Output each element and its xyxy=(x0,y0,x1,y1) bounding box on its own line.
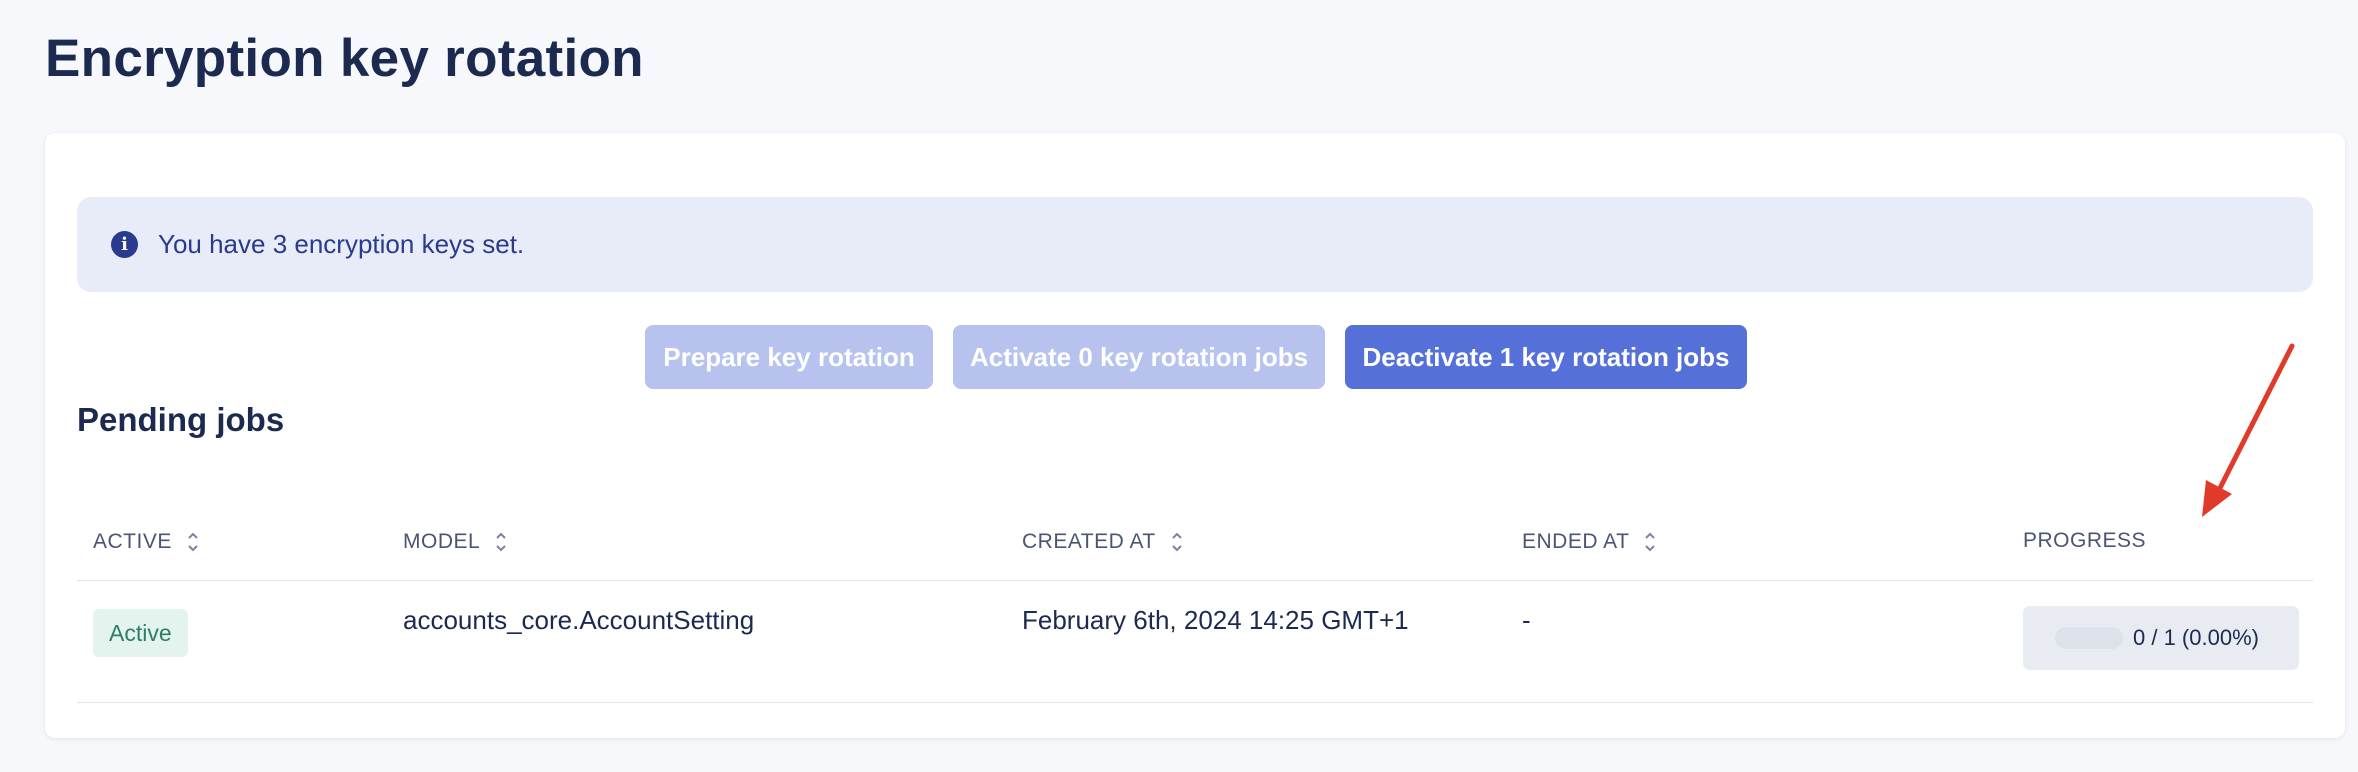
column-label: CREATED AT xyxy=(1022,530,1156,553)
page: Encryption key rotation i You have 3 enc… xyxy=(0,0,2358,772)
ended-at-cell: - xyxy=(1522,605,1531,635)
table-header: ACTIVE MODEL CREATED AT ENDED AT PROGRES… xyxy=(77,503,2313,581)
sort-icon[interactable] xyxy=(494,529,508,555)
activate-key-rotation-jobs-button[interactable]: Activate 0 key rotation jobs xyxy=(953,325,1325,389)
prepare-key-rotation-button[interactable]: Prepare key rotation xyxy=(645,325,933,389)
column-header-ended-at[interactable]: ENDED AT xyxy=(1522,529,1657,555)
pending-jobs-title: Pending jobs xyxy=(77,401,285,438)
progress-indicator: 0 / 1 (0.00%) xyxy=(2023,606,2299,670)
model-cell: accounts_core.AccountSetting xyxy=(403,605,755,635)
column-header-progress: PROGRESS xyxy=(2023,529,2146,553)
column-header-created-at[interactable]: CREATED AT xyxy=(1022,529,1184,555)
column-header-model[interactable]: MODEL xyxy=(403,529,508,555)
page-title: Encryption key rotation xyxy=(45,29,644,88)
status-badge: Active xyxy=(93,609,188,657)
table-row: Active accounts_core.AccountSetting Febr… xyxy=(77,581,2313,703)
column-header-active[interactable]: ACTIVE xyxy=(93,529,200,555)
column-label: MODEL xyxy=(403,530,481,553)
progress-track xyxy=(2055,627,2123,649)
column-label: ACTIVE xyxy=(93,530,172,553)
info-icon: i xyxy=(111,231,138,258)
sort-icon[interactable] xyxy=(1170,529,1184,555)
created-at-cell: February 6th, 2024 14:25 GMT+1 xyxy=(1022,605,1409,635)
column-label: ENDED AT xyxy=(1522,530,1630,553)
deactivate-key-rotation-jobs-button[interactable]: Deactivate 1 key rotation jobs xyxy=(1345,325,1747,389)
annotation-arrow-icon xyxy=(2202,343,2295,517)
progress-text: 0 / 1 (0.00%) xyxy=(2133,625,2259,650)
sort-icon[interactable] xyxy=(1643,529,1657,555)
action-buttons: Prepare key rotation Activate 0 key rota… xyxy=(645,325,1747,389)
alert-text: You have 3 encryption keys set. xyxy=(158,229,525,259)
column-label: PROGRESS xyxy=(2023,529,2147,552)
sort-icon[interactable] xyxy=(186,529,200,555)
pending-jobs-table: ACTIVE MODEL CREATED AT ENDED AT PROGRES… xyxy=(77,503,2313,703)
key-rotation-card: i You have 3 encryption keys set. Prepar… xyxy=(45,133,2345,738)
table-body: Active accounts_core.AccountSetting Febr… xyxy=(77,581,2313,703)
info-alert: i You have 3 encryption keys set. xyxy=(77,197,2313,292)
